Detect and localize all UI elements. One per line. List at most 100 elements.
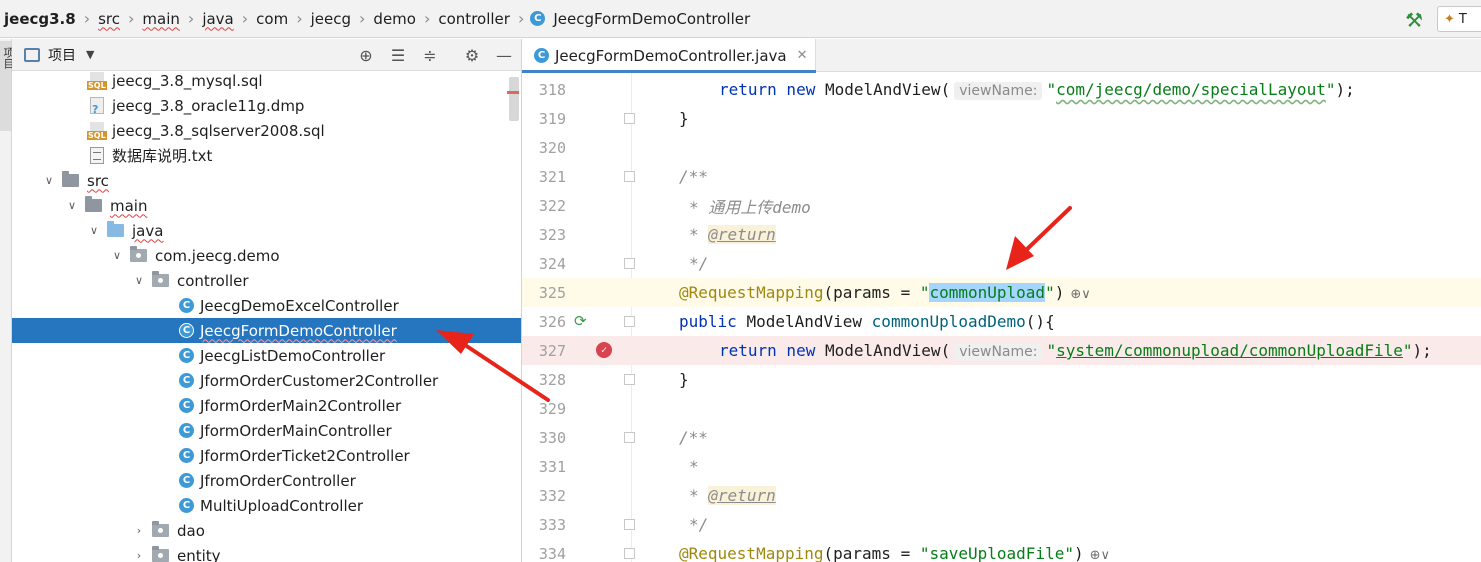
code-line[interactable]: 330 /**	[522, 423, 1481, 452]
project-scrollbar[interactable]	[509, 77, 519, 121]
fold-marker-icon[interactable]	[624, 258, 635, 269]
fold-marker-icon[interactable]	[624, 113, 635, 124]
code-line[interactable]: 321 /**	[522, 162, 1481, 191]
code-string: system/commonupload/commonUploadFile	[1056, 341, 1403, 360]
code-line[interactable]: 334 @RequestMapping(params = "saveUpload…	[522, 539, 1481, 562]
code-line[interactable]: 326 ⟳ public ModelAndView commonUploadDe…	[522, 307, 1481, 336]
fold-marker-icon[interactable]	[624, 171, 635, 182]
tree-item[interactable]: jeecg_3.8_sqlserver2008.sql	[12, 118, 521, 143]
tree-item[interactable]: C JformOrderTicket2Controller	[12, 443, 521, 468]
tree-item[interactable]: C JeecgDemoExcelController	[12, 293, 521, 318]
code-line[interactable]: 318 return new ModelAndView(viewName: "co…	[522, 75, 1481, 104]
editor-tab-active[interactable]: C JeecgFormDemoController.java ✕	[522, 39, 816, 73]
code-text: }	[679, 370, 689, 389]
tree-item[interactable]: ∨ src	[12, 168, 521, 193]
tree-item[interactable]: › entity	[12, 543, 521, 562]
breadcrumb-item[interactable]: com	[254, 10, 290, 28]
code-line[interactable]: 331 *	[522, 452, 1481, 481]
code-line[interactable]: 323 * @return	[522, 220, 1481, 249]
breadcrumb-item[interactable]: src	[96, 10, 122, 28]
code-line[interactable]: 320	[522, 133, 1481, 162]
breadcrumb-item[interactable]: JeecgFormDemoController	[551, 10, 752, 28]
code-line[interactable]: 329	[522, 394, 1481, 423]
tree-item-label: JformOrderCustomer2Controller	[200, 371, 439, 390]
breadcrumb-item[interactable]: java	[200, 10, 235, 28]
package-icon	[130, 246, 147, 262]
breadcrumb-item[interactable]: jeecg	[309, 10, 353, 28]
chevron-right-icon[interactable]: ›	[132, 524, 146, 537]
chevron-down-icon[interactable]: ∨	[132, 274, 146, 287]
tree-item-selected[interactable]: C JeecgFormDemoController	[12, 318, 521, 343]
code-line[interactable]: 319 }	[522, 104, 1481, 133]
close-icon[interactable]: ✕	[797, 48, 808, 63]
code-comment: */	[689, 515, 709, 534]
tree-item[interactable]: › dao	[12, 518, 521, 543]
package-icon	[152, 546, 169, 562]
tree-item[interactable]: C JfromOrderController	[12, 468, 521, 493]
fold-marker-icon[interactable]	[624, 519, 635, 530]
web-endpoint-icon[interactable]: ⊕∨	[1070, 287, 1090, 302]
breadcrumb-item[interactable]: demo	[371, 10, 418, 28]
tree-item[interactable]: jeecg_3.8_oracle11g.dmp	[12, 93, 521, 118]
sql-file-icon	[87, 122, 107, 140]
fold-marker-icon[interactable]	[624, 316, 635, 327]
tree-item[interactable]: 数据库说明.txt	[12, 143, 521, 168]
tree-item-label: entity	[177, 546, 221, 562]
tree-item[interactable]: ∨ com.jeecg.demo	[12, 243, 521, 268]
code-string-highlighted: commonUpload	[929, 283, 1046, 302]
tree-item[interactable]: C JformOrderMain2Controller	[12, 393, 521, 418]
class-icon: C	[179, 498, 194, 513]
minimize-icon[interactable]: —	[492, 43, 516, 67]
hammer-icon[interactable]: ⚒	[1405, 8, 1423, 32]
tree-item[interactable]: jeecg_3.8_mysql.sql	[12, 68, 521, 93]
locate-icon[interactable]: ⊕	[354, 43, 378, 67]
code-text: ModelAndView(	[824, 80, 951, 99]
tree-item[interactable]: C JformOrderCustomer2Controller	[12, 368, 521, 393]
folder-icon	[85, 196, 102, 212]
breadcrumb-item[interactable]: main	[140, 10, 181, 28]
tree-item[interactable]: C MultiUploadController	[12, 493, 521, 518]
chevron-right-icon: ›	[423, 9, 431, 28]
line-number: 328	[538, 370, 566, 389]
code-line[interactable]: 322 * 通用上传demo	[522, 191, 1481, 220]
chevron-down-icon[interactable]: ∨	[65, 199, 79, 212]
collapse-all-icon[interactable]: ≑	[418, 43, 442, 67]
code-line-current[interactable]: 325 @RequestMapping(params = "commonUplo…	[522, 278, 1481, 307]
tree-item[interactable]: ∨ controller	[12, 268, 521, 293]
chevron-down-icon[interactable]: ∨	[87, 224, 101, 237]
tree-item[interactable]: ∨ main	[12, 193, 521, 218]
code-line[interactable]: 328 }	[522, 365, 1481, 394]
code-line[interactable]: 333 */	[522, 510, 1481, 539]
run-configuration-selector[interactable]: ✦ T	[1437, 6, 1481, 32]
fold-marker-icon[interactable]	[624, 374, 635, 385]
code-text: ModelAndView	[746, 312, 863, 331]
tree-item[interactable]: C JformOrderMainController	[12, 418, 521, 443]
fold-marker-icon[interactable]	[624, 548, 635, 559]
tree-item[interactable]: C JeecgListDemoController	[12, 343, 521, 368]
breadcrumb-item[interactable]: controller	[436, 10, 512, 28]
code-text: ModelAndView(	[824, 341, 951, 360]
tree-item[interactable]: ∨ java	[12, 218, 521, 243]
expand-all-icon[interactable]: ☰	[386, 43, 410, 67]
source-folder-icon	[107, 221, 124, 237]
line-number: 327	[538, 341, 566, 360]
project-panel-title[interactable]: 项目	[48, 45, 76, 65]
chevron-down-icon[interactable]: ∨	[110, 249, 124, 262]
chevron-down-icon[interactable]: ∨	[42, 174, 56, 187]
chevron-right-icon[interactable]: ›	[132, 549, 146, 562]
chevron-down-icon[interactable]: ▼	[86, 48, 94, 61]
run-gutter-icon[interactable]: ⟳	[574, 312, 587, 330]
code-annotation: @RequestMapping	[679, 283, 824, 302]
fold-marker-icon[interactable]	[624, 432, 635, 443]
gear-icon[interactable]: ⚙	[460, 43, 484, 67]
code-line-breakpoint[interactable]: 327 ✓ return new ModelAndView(viewName: "…	[522, 336, 1481, 365]
web-endpoint-icon[interactable]: ⊕∨	[1090, 548, 1110, 562]
class-icon: C	[179, 398, 194, 413]
code-line[interactable]: 332 * @return	[522, 481, 1481, 510]
breadcrumb-item[interactable]: jeecg3.8	[2, 10, 78, 28]
code-line[interactable]: 324 */	[522, 249, 1481, 278]
class-icon: C	[179, 473, 194, 488]
tree-item-label: dao	[177, 521, 205, 540]
project-panel-header: 项目 ▼ ⊕ ☰ ≑ ⚙ —	[12, 39, 521, 71]
breakpoint-icon[interactable]: ✓	[596, 342, 612, 358]
